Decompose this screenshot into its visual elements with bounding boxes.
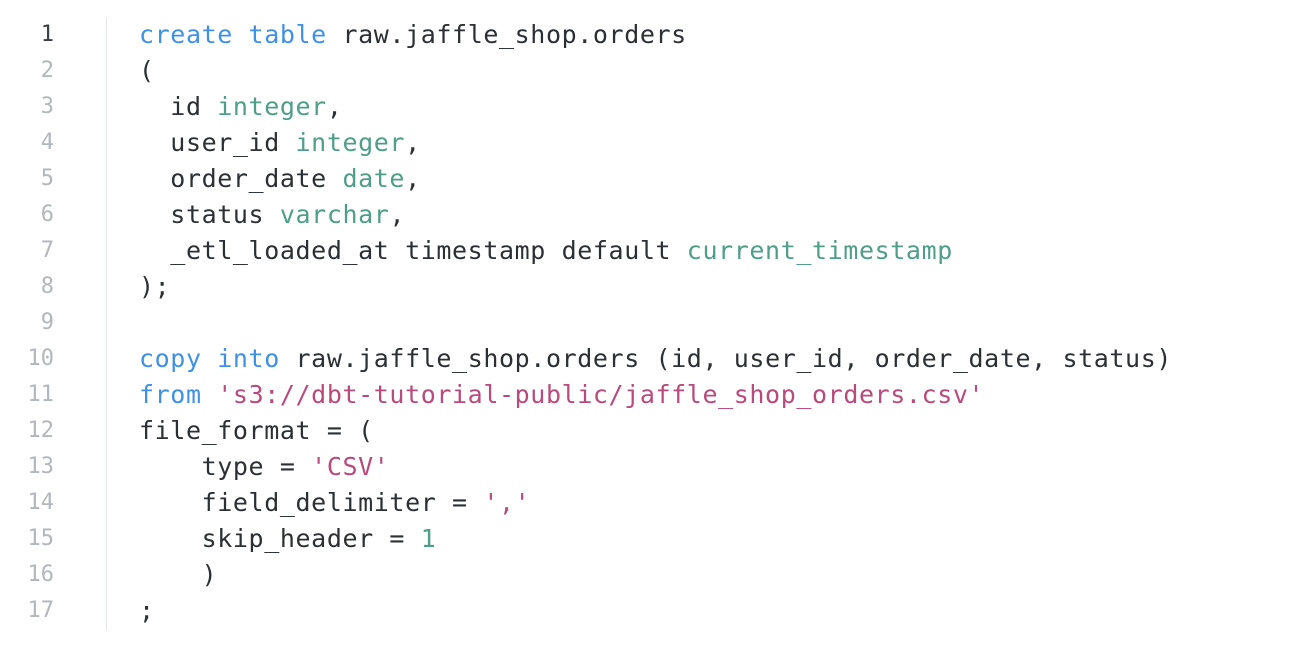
line-code[interactable]: ; (139, 593, 155, 629)
token-plain: ; (139, 596, 155, 625)
code-line[interactable]: 9 (0, 305, 1296, 341)
token-plain: status (139, 200, 280, 229)
token-keyword: from (139, 380, 202, 409)
code-line[interactable]: 14 field_delimiter = ',' (0, 485, 1296, 521)
line-code[interactable]: id integer, (139, 89, 342, 125)
line-code[interactable]: _etl_loaded_at timestamp default current… (139, 233, 953, 269)
token-plain: _etl_loaded_at timestamp default (139, 236, 687, 265)
line-number: 16 (27, 562, 55, 587)
token-keyword: copy into (139, 344, 280, 373)
line-code[interactable]: ( (139, 53, 155, 89)
code-editor[interactable]: 1 create table raw.jaffle_shop.orders 2(3 … (0, 17, 1296, 631)
token-string: ',' (483, 488, 531, 517)
code-line[interactable]: 2( (0, 53, 1296, 89)
line-number: 15 (27, 526, 55, 551)
line-code[interactable]: create table raw.jaffle_shop.orders (139, 17, 687, 53)
line-code[interactable]: user_id integer, (139, 125, 421, 161)
line-number: 14 (27, 490, 55, 515)
line-number: 2 (40, 58, 54, 83)
token-type: current_timestamp (686, 236, 953, 265)
line-number: 12 (27, 418, 55, 443)
code-line[interactable]: 6 status varchar, (0, 197, 1296, 233)
line-number: 6 (40, 202, 54, 227)
token-plain: user_id (139, 128, 296, 157)
token-type: integer (295, 128, 406, 157)
code-line[interactable]: 15 skip_header = 1 (0, 521, 1296, 557)
code-line[interactable]: 5 order_date date, (0, 161, 1296, 197)
code-line[interactable]: 8); (0, 269, 1296, 305)
token-plain: , (389, 200, 406, 229)
line-number: 3 (40, 94, 54, 119)
code-line[interactable]: 7 _etl_loaded_at timestamp default curre… (0, 233, 1296, 269)
token-string: 's3://dbt-tutorial-public/jaffle_shop_or… (217, 380, 985, 409)
line-number: 8 (40, 274, 54, 299)
token-plain: id (139, 92, 218, 121)
token-keyword: create table (139, 20, 327, 49)
line-code[interactable]: copy into raw.jaffle_shop.orders (id, us… (139, 341, 1172, 377)
code-line[interactable]: 1 create table raw.jaffle_shop.orders (0, 17, 1296, 53)
line-code[interactable]: ); (139, 269, 170, 305)
token-plain: raw.jaffle_shop.orders (326, 20, 687, 49)
code-lines[interactable]: 1 create table raw.jaffle_shop.orders 2(3 … (0, 17, 1296, 629)
line-code[interactable]: order_date date, (139, 161, 421, 197)
line-code[interactable]: skip_header = 1 (139, 521, 436, 557)
token-plain: , (405, 128, 421, 157)
token-type: integer (217, 92, 327, 121)
token-string: 'CSV' (311, 452, 390, 481)
token-plain: skip_header = (139, 524, 421, 553)
line-number: 4 (40, 130, 54, 155)
code-line[interactable]: 11 from 's3://dbt-tutorial-public/jaffle_… (0, 377, 1296, 413)
token-type: date (342, 164, 406, 193)
line-code[interactable]: file_format = ( (139, 413, 374, 449)
token-plain: type = (139, 452, 312, 481)
token-plain: ) (139, 560, 218, 589)
line-code[interactable]: type = 'CSV' (139, 449, 389, 485)
code-line[interactable]: 16 ) (0, 557, 1296, 593)
line-number: 13 (27, 454, 55, 479)
token-plain: ); (139, 272, 171, 301)
code-line[interactable]: 13 type = 'CSV' (0, 449, 1296, 485)
line-number: 9 (40, 310, 54, 335)
line-number: 11 (27, 382, 55, 407)
line-code[interactable]: from 's3://dbt-tutorial-public/jaffle_sh… (139, 377, 984, 413)
token-plain: raw.jaffle_shop.orders (id, user_id, ord… (279, 344, 1172, 373)
token-plain: , (326, 92, 343, 121)
line-number: 1 (40, 22, 54, 47)
token-plain: , (405, 164, 421, 193)
line-code[interactable]: status varchar, (139, 197, 405, 233)
token-plain: ( (139, 56, 155, 85)
code-line[interactable]: 12 file_format = ( (0, 413, 1296, 449)
code-line[interactable]: 4 user_id integer, (0, 125, 1296, 161)
line-code[interactable]: ) (139, 557, 217, 593)
token-type: varchar (279, 200, 390, 229)
line-number: 5 (40, 166, 54, 191)
token-plain: file_format = ( (139, 416, 374, 445)
code-line[interactable]: 3 id integer, (0, 89, 1296, 125)
token-number: 1 (420, 524, 437, 553)
token-plain: field_delimiter = (139, 488, 484, 517)
line-number: 7 (40, 238, 54, 263)
line-number: 17 (27, 598, 55, 623)
code-line[interactable]: 10 copy into raw.jaffle_shop.orders (id, … (0, 341, 1296, 377)
token-plain: order_date (139, 164, 343, 193)
line-number: 10 (27, 346, 55, 371)
code-line[interactable]: 17; (0, 593, 1296, 629)
line-code[interactable]: field_delimiter = ',' (139, 485, 530, 521)
